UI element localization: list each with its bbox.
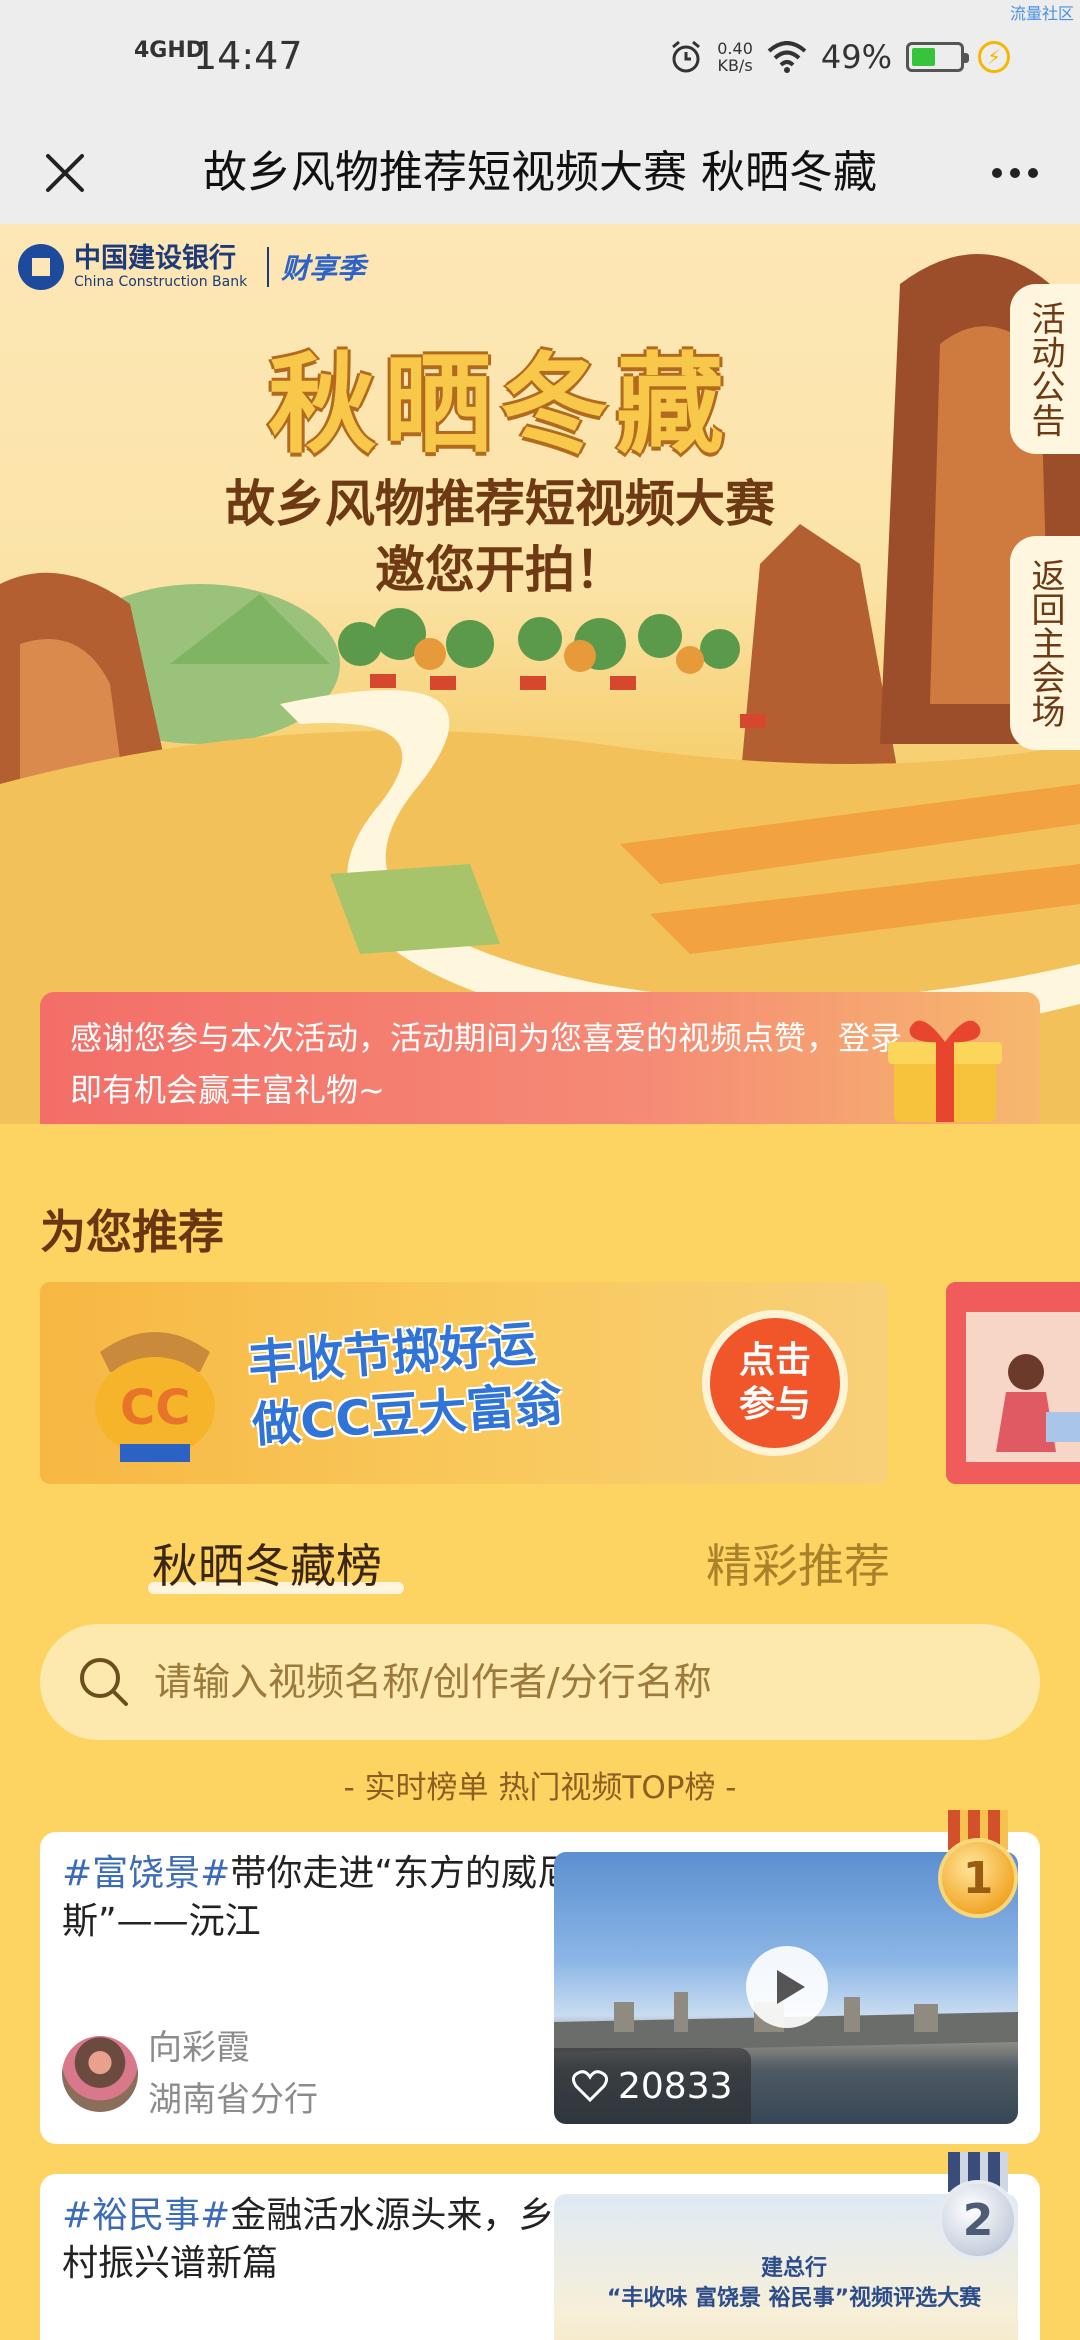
speed-value: 0.40: [717, 39, 753, 58]
gift-icon: [888, 1020, 1002, 1122]
bank-name-cn: 中国建设银行: [74, 243, 236, 274]
ccb-logo-icon: [18, 244, 64, 290]
cc-bean-mascot-icon: CC: [95, 1332, 215, 1462]
alarm-icon: [672, 40, 701, 73]
more-dot-icon: [1010, 168, 1020, 178]
battery-icon: [906, 42, 969, 72]
charging-icon: ⚡: [978, 41, 1010, 73]
battery-fill: [912, 48, 935, 66]
close-icon: [46, 154, 84, 192]
title-bar: 故乡风物推荐短视频大赛 秋晒冬藏: [0, 120, 1080, 224]
rank-number: 1: [938, 1838, 1018, 1918]
promo-join-line2: 参与: [738, 1384, 811, 1425]
video-card[interactable]: #裕民事#金融活水源头来，乡村振兴谱新篇 建总行 “丰收味 富饶景 裕民事”视频…: [40, 2152, 1040, 2340]
speed-unit: KB/s: [717, 56, 753, 75]
heart-icon: [572, 2070, 608, 2103]
wifi-icon: [767, 41, 807, 73]
likes-badge[interactable]: 20833: [554, 2048, 751, 2124]
author-branch: 湖南省分行: [148, 2080, 318, 2120]
network-speed: 0.40 KB/s: [717, 40, 753, 74]
search-icon: [80, 1658, 128, 1706]
hero-banner: 中国建设银行 China Construction Bank 财享季 秋晒冬藏 …: [0, 224, 1080, 1124]
more-button[interactable]: [980, 138, 1050, 208]
video-title: #裕民事#金融活水源头来，乡村振兴谱新篇: [62, 2192, 582, 2288]
thumbnail-caption: 建总行 “丰收味 富饶景 裕民事”视频评选大赛: [594, 2254, 994, 2314]
page-title: 故乡风物推荐短视频大赛 秋晒冬藏: [203, 147, 877, 198]
more-dot-icon: [1028, 168, 1038, 178]
avatar: [62, 2036, 138, 2112]
promo-banner-cc-bean[interactable]: CC 丰收节掷好运 做CC豆大富翁 点击 参与: [40, 1282, 888, 1484]
thumbnail-caption-line2: “丰收味 富饶景 裕民事”视频评选大赛: [606, 2286, 982, 2311]
author-name: 向彩霞: [148, 2028, 250, 2068]
status-time: 14:47: [193, 34, 303, 78]
banner-main-title: 秋晒冬藏: [267, 343, 732, 468]
bank-logo: 中国建设银行 China Construction Bank 财享季: [18, 244, 365, 290]
promo-illustration: [946, 1282, 1080, 1484]
battery-percent: 49%: [820, 38, 892, 76]
campaign-logo: 财享季: [267, 247, 365, 287]
banner-subtitle: 故乡风物推荐短视频大赛: [225, 475, 775, 533]
video-tag[interactable]: #富饶景#: [62, 1853, 230, 1894]
return-main-venue-tab[interactable]: 返回主会场: [1010, 536, 1080, 750]
status-bar: 4GHD 14:47 0.40 KB/s 49% ⚡ 流量社区: [0, 0, 1080, 120]
tab-featured[interactable]: 精彩推荐: [706, 1530, 890, 1596]
rank-number: 2: [938, 2180, 1018, 2260]
likes-count: 20833: [618, 2065, 733, 2107]
rank-medal: 1: [938, 1810, 1018, 1930]
video-tag[interactable]: #裕民事#: [62, 2195, 230, 2236]
rank-medal: 2: [938, 2152, 1018, 2272]
search-bar[interactable]: [40, 1624, 1040, 1740]
video-author: 向彩霞 湖南省分行: [62, 2022, 318, 2126]
thanks-notice: 感谢您参与本次活动，活动期间为您喜爱的视频点赞，登录即有机会赢丰富礼物~: [40, 992, 1040, 1124]
promo-text: 丰收节掷好运 做CC豆大富翁: [246, 1311, 564, 1456]
thanks-text: 感谢您参与本次活动，活动期间为您喜爱的视频点赞，登录即有机会赢丰富礼物~: [70, 1019, 903, 1109]
search-input[interactable]: [154, 1660, 974, 1704]
banner-invite: 邀您开拍！: [375, 541, 625, 599]
play-icon[interactable]: [746, 1946, 828, 2028]
promo-join-button[interactable]: 点击 参与: [702, 1310, 848, 1456]
status-icons: 0.40 KB/s 49% ⚡: [669, 38, 1010, 76]
rank-caption: - 实时榜单 热门视频TOP榜 -: [343, 1770, 737, 1806]
ranking-tabs: 秋晒冬藏榜 精彩推荐: [0, 1520, 1080, 1600]
tab-autumn-ranking[interactable]: 秋晒冬藏榜: [152, 1530, 382, 1596]
svg-text:CC: CC: [120, 1380, 190, 1436]
bank-name-en: China Construction Bank: [74, 274, 248, 290]
video-card[interactable]: #富饶景#带你走进“东方的威尼斯”——沅江 向彩霞 湖南省分行 20833 1: [40, 1810, 1040, 2144]
recommend-section-title: 为您推荐: [40, 1205, 224, 1259]
promo-join-line1: 点击: [738, 1340, 811, 1381]
video-title: #富饶景#带你走进“东方的威尼斯”——沅江: [62, 1850, 582, 1946]
promo-banner-next[interactable]: [946, 1282, 1080, 1484]
corner-label: 流量社区: [1009, 4, 1074, 23]
more-dot-icon: [992, 168, 1002, 178]
thumbnail-caption-line1: 建总行: [760, 2256, 827, 2281]
close-button[interactable]: [30, 138, 100, 208]
activity-notice-tab[interactable]: 活动公告: [1010, 284, 1080, 454]
